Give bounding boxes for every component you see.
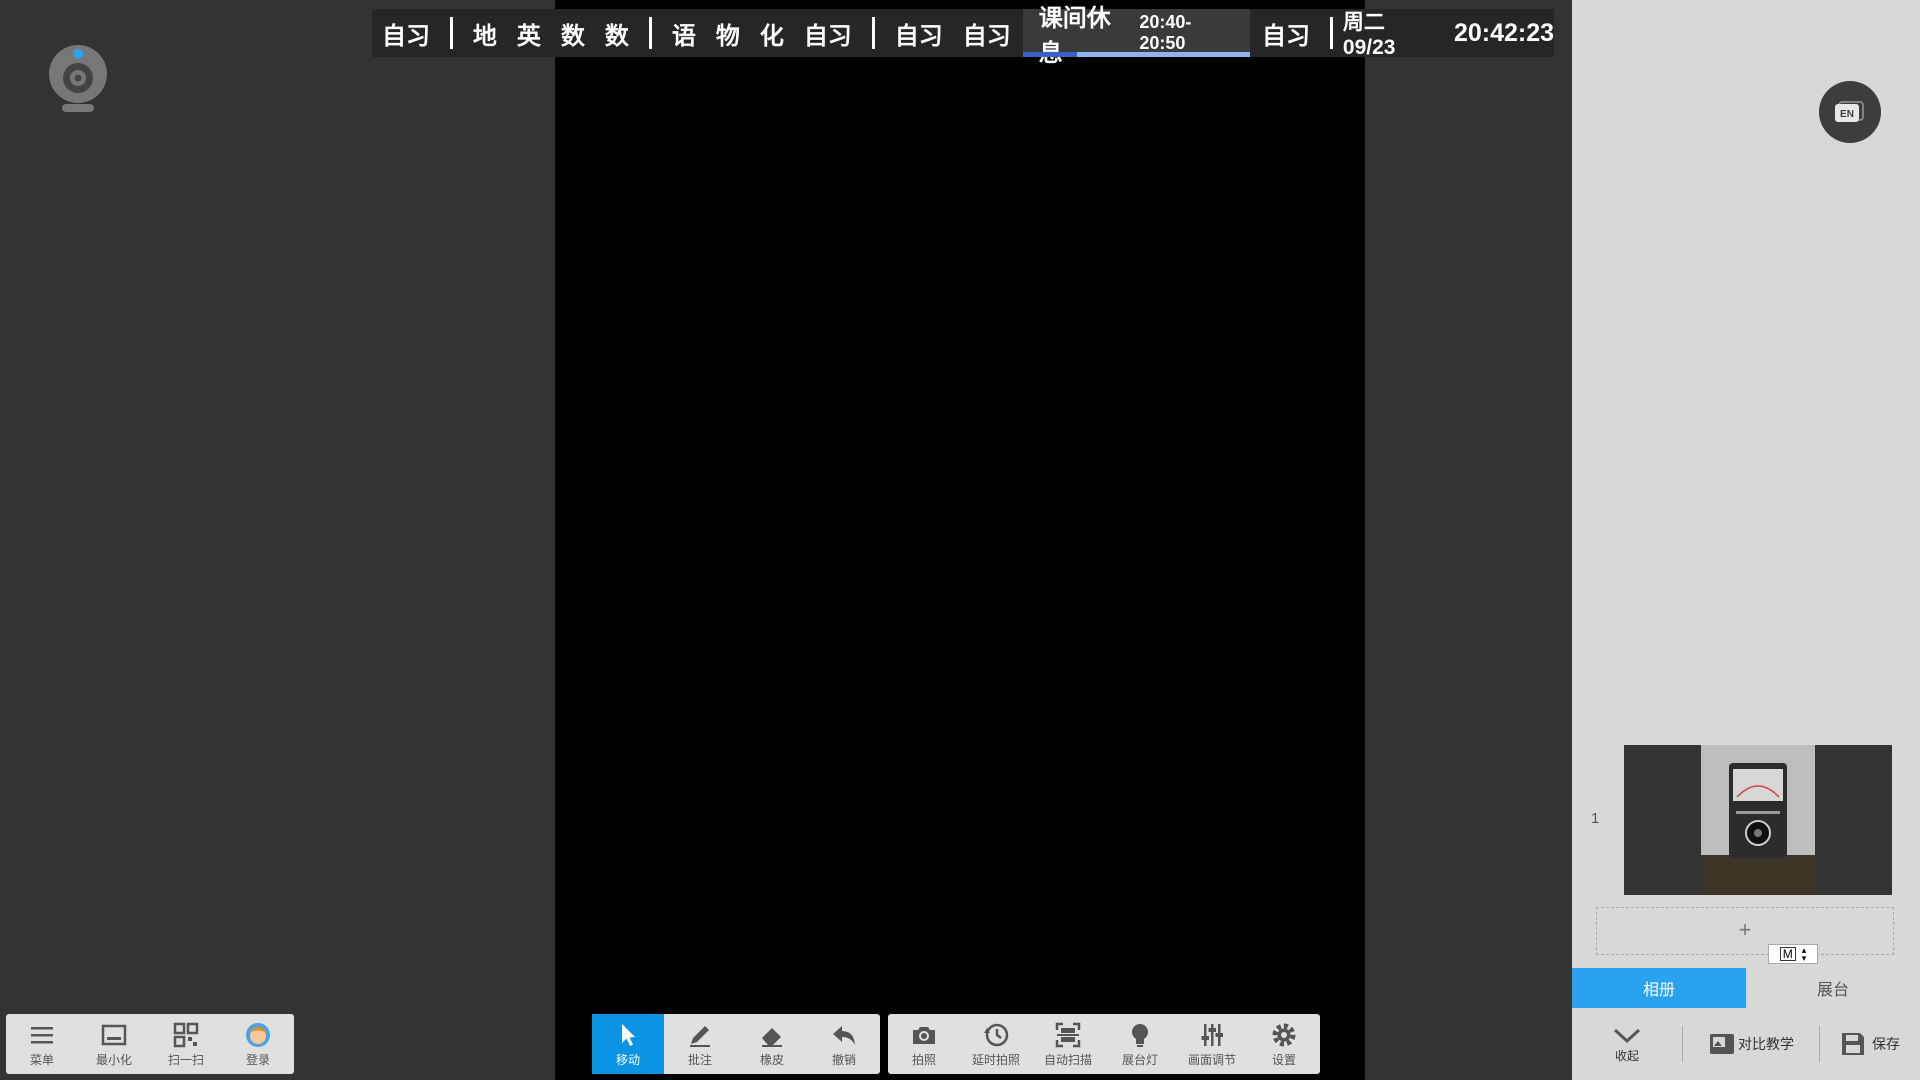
schedule-item: 自习 xyxy=(382,22,430,50)
settings-icon xyxy=(1272,1023,1296,1046)
undo-button[interactable]: 撤销 xyxy=(808,1014,880,1074)
schedule-divider xyxy=(871,17,875,49)
settings-label: 设置 xyxy=(1271,1052,1296,1067)
scan-label: 扫一扫 xyxy=(167,1052,204,1067)
minimize-button[interactable]: 最小化 xyxy=(78,1014,150,1074)
edit-toolbar: 移动 批注 橡皮 撤销 xyxy=(592,1014,880,1074)
cursor-icon xyxy=(622,1023,635,1046)
panel-bottom-bar: 收起 对比教学 保存 xyxy=(1572,1008,1920,1080)
chevron-down-icon xyxy=(1613,1028,1641,1043)
schedule-item: 语 xyxy=(671,22,696,50)
mode-select-value: M xyxy=(1779,947,1796,961)
settings-button[interactable]: 设置 xyxy=(1248,1014,1320,1074)
mode-select[interactable]: M ▴ ▾ xyxy=(1768,944,1818,964)
current-period: 课间休息 20:40-20:50 xyxy=(1022,5,1251,67)
schedule-item: 自习 xyxy=(1262,22,1311,50)
qr-scan-icon xyxy=(173,1022,199,1047)
photo-thumbnail[interactable] xyxy=(1624,745,1892,895)
current-period-time: 20:40-20:50 xyxy=(1139,12,1192,53)
login-button[interactable]: 登录 xyxy=(222,1014,294,1074)
lamp-label: 展台灯 xyxy=(1121,1052,1158,1067)
compare-icon xyxy=(1710,1034,1734,1054)
schedule-item: 物 xyxy=(715,22,740,50)
schedule-item: 数 xyxy=(560,22,585,50)
undo-label: 撤销 xyxy=(831,1052,856,1067)
avatar-icon xyxy=(246,1022,270,1047)
photo-thumbnail-image xyxy=(1624,745,1892,895)
scan-qr-button[interactable]: 扫一扫 xyxy=(150,1014,222,1074)
eraser-tool-button[interactable]: 橡皮 xyxy=(736,1014,808,1074)
save-label: 保存 xyxy=(1872,1036,1900,1052)
camera-toolbar: 拍照 延时拍照 自动扫描 展台灯 画面调节 设置 xyxy=(888,1014,1320,1074)
annotate-tool-button[interactable]: 批注 xyxy=(664,1014,736,1074)
annotate-label: 批注 xyxy=(687,1052,712,1067)
camera-icon xyxy=(913,1026,935,1044)
lamp-button[interactable]: 展台灯 xyxy=(1104,1014,1176,1074)
add-photo-plus: + xyxy=(1738,917,1752,942)
timer-photo-label: 延时拍照 xyxy=(971,1052,1020,1067)
collapse-button[interactable]: 收起 xyxy=(1572,1025,1682,1064)
photo-button[interactable]: 拍照 xyxy=(888,1014,960,1074)
schedule-item: 化 xyxy=(759,22,784,50)
eraser-label: 橡皮 xyxy=(759,1052,784,1067)
thumbnail-index: 1 xyxy=(1591,810,1600,827)
chevron-updown-icon: ▴ ▾ xyxy=(1801,945,1807,963)
schedule-item: 自习 xyxy=(962,22,1011,50)
album-panel: EN 1 + M ▴ ▾ 相册 展台 收起 对比教学 保存 xyxy=(1572,0,1920,1080)
schedule-divider xyxy=(1330,17,1333,49)
menu-label: 菜单 xyxy=(29,1052,54,1067)
image-adjust-button[interactable]: 画面调节 xyxy=(1176,1014,1248,1074)
schedule-item: 数 xyxy=(604,22,629,50)
schedule-item: 地 xyxy=(472,22,497,50)
pen-icon xyxy=(690,1025,710,1047)
adjust-icon xyxy=(1201,1023,1223,1046)
period-progress-fill xyxy=(1022,52,1078,57)
schedule-bar: 自习 地 英 数 数 语 物 化 自习 自习 自习 课间休息 20:40-20:… xyxy=(372,5,1555,67)
minimize-icon xyxy=(101,1024,127,1045)
timer-photo-icon xyxy=(984,1023,1009,1046)
save-icon xyxy=(1842,1033,1864,1055)
move-label: 移动 xyxy=(615,1052,640,1067)
auto-scan-icon xyxy=(1055,1022,1081,1047)
date-label: 周二 09/23 xyxy=(1342,11,1396,59)
login-label: 登录 xyxy=(245,1052,270,1067)
schedule-item: 自习 xyxy=(894,22,943,50)
schedule-divider xyxy=(648,17,652,49)
menu-button[interactable]: 菜单 xyxy=(6,1014,78,1074)
period-progress-bar xyxy=(1022,52,1251,57)
clock-label: 20:42:23 xyxy=(1453,18,1555,47)
tab-booth[interactable]: 展台 xyxy=(1746,968,1920,1008)
tab-album[interactable]: 相册 xyxy=(1572,968,1746,1008)
eraser-icon xyxy=(762,1027,782,1047)
move-tool-button[interactable]: 移动 xyxy=(592,1014,664,1074)
lamp-icon xyxy=(1132,1023,1148,1047)
language-icon: EN xyxy=(1835,101,1864,122)
schedule-item: 自习 xyxy=(803,22,852,50)
timer-photo-button[interactable]: 延时拍照 xyxy=(960,1014,1032,1074)
schedule-item: 英 xyxy=(516,22,541,50)
compare-teaching-button[interactable]: 对比教学 xyxy=(1683,1031,1819,1057)
save-button[interactable]: 保存 xyxy=(1820,1031,1920,1057)
camera-stage[interactable] xyxy=(555,0,1365,1080)
undo-icon xyxy=(833,1025,855,1045)
image-adjust-label: 画面调节 xyxy=(1187,1052,1236,1067)
compare-label: 对比教学 xyxy=(1738,1036,1794,1052)
current-period-name: 课间休息 xyxy=(1038,5,1111,67)
photo-label: 拍照 xyxy=(911,1052,936,1067)
collapse-label: 收起 xyxy=(1614,1048,1639,1063)
auto-scan-label: 自动扫描 xyxy=(1043,1052,1092,1067)
add-photo-slot[interactable]: + xyxy=(1596,907,1894,955)
panel-tabs: 相册 展台 xyxy=(1572,968,1920,1008)
language-text: EN xyxy=(1840,109,1854,120)
menu-icon xyxy=(31,1026,53,1043)
left-toolbar: 菜单 最小化 扫一扫 登录 xyxy=(6,1014,294,1074)
language-button[interactable]: EN xyxy=(1819,81,1881,143)
auto-scan-button[interactable]: 自动扫描 xyxy=(1032,1014,1104,1074)
webcam-icon[interactable] xyxy=(48,44,108,116)
minimize-label: 最小化 xyxy=(95,1052,132,1067)
schedule-divider xyxy=(450,17,453,49)
